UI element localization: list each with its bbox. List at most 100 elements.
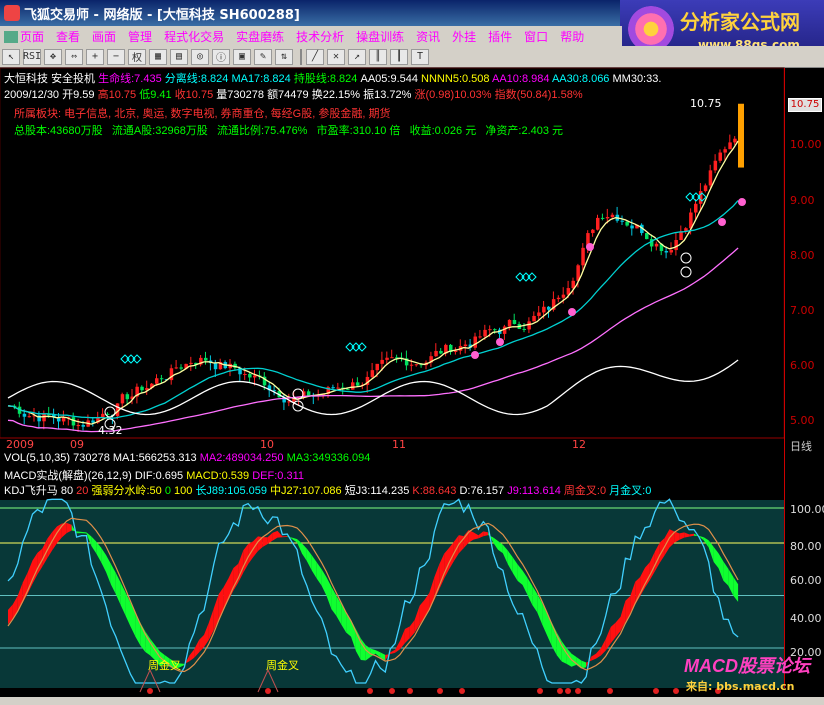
candle-body [61, 417, 66, 422]
diamond-marker [132, 354, 142, 364]
candle-body [76, 425, 81, 427]
kdj-axis-label: 100.00 [790, 503, 824, 516]
candle-body [101, 413, 105, 418]
candle-body [473, 336, 477, 348]
candle-body [561, 294, 566, 298]
candle-body [718, 152, 722, 161]
candle-body [556, 297, 561, 300]
candle-body [439, 350, 443, 354]
candle-body [370, 370, 375, 377]
ma-mid-line [7, 200, 739, 420]
date-label: 10 [260, 438, 274, 451]
candle-body [179, 367, 183, 369]
kdj-d: D:76.157 [459, 485, 505, 497]
kdj-signal-dot [437, 688, 443, 694]
macd-def: DEF:0.311 [252, 470, 305, 482]
kdj-signal-dot [537, 688, 543, 694]
axis-divider [784, 68, 785, 688]
vol-ma3: MA3:349336.094 [286, 452, 371, 464]
candle-body [106, 413, 110, 415]
bottom-tab-bar [0, 697, 824, 705]
macd-macd: MACD:0.539 [186, 470, 250, 482]
kdj-signal-dot [147, 688, 153, 694]
kdj-signal-dot [607, 688, 613, 694]
golden-cross-tag: 周金叉 [148, 659, 181, 672]
kdj-j9: J9:113.614 [507, 485, 561, 497]
diamond-marker [120, 354, 130, 364]
candle-body [488, 329, 492, 331]
candle-body [248, 373, 252, 378]
candle-body [331, 387, 335, 389]
candle-body [120, 394, 125, 404]
candle-body [42, 414, 46, 422]
candle-body [346, 389, 350, 391]
ring-marker [104, 406, 116, 418]
candle-body [434, 350, 438, 357]
low-price-label: 4.32 [98, 424, 123, 437]
candle-body [204, 357, 208, 361]
golden-cross-tag: 周金叉 [266, 659, 299, 672]
kdj-month: 月金叉:0 [609, 485, 652, 497]
diamond-marker [351, 342, 361, 352]
ma-short-line [7, 140, 739, 425]
price-axis-label: 8.00 [790, 249, 815, 262]
kdj-signal-dot [389, 688, 395, 694]
kdj-signal-dot [653, 688, 659, 694]
kdj-signal-dot [557, 688, 563, 694]
kdj-p2: 20 [76, 485, 89, 497]
vol-ma2: MA2:489034.250 [199, 452, 284, 464]
candle-body [733, 138, 737, 143]
kdj-line: KDJ飞升马 80 20 强弱分水岭:50 0 100 长J89:105.059… [4, 482, 651, 498]
kdj-week: 周金叉:0 [563, 485, 607, 497]
candle-body [81, 425, 85, 427]
candle-body [414, 364, 419, 366]
kdj-signal-dot [565, 688, 571, 694]
candle-body [605, 216, 610, 219]
candle-body [694, 203, 698, 213]
candle-body [728, 142, 732, 150]
macd-line: MACD实战(解盘)(26,12,9) DIF:0.695 MACD:0.539… [4, 467, 304, 483]
signal-dot [586, 243, 594, 251]
kdj-axis-label: 40.00 [790, 612, 822, 625]
kdj-mid: 中J27:107.086 [270, 485, 342, 497]
candle-body [483, 329, 487, 337]
kdj-signal-dot [575, 688, 581, 694]
candle-body [723, 149, 727, 153]
candle-body [155, 378, 159, 384]
candle-body [189, 362, 193, 364]
kdj-k: K:88.643 [412, 485, 457, 497]
candle-body [522, 328, 526, 330]
kdj-signal-dot [367, 688, 373, 694]
diamond-marker [515, 272, 525, 282]
vol-line: VOL(5,10,35) 730278 MA1:566253.313 MA2:4… [4, 452, 370, 464]
date-label: 2009 [6, 438, 34, 451]
candle-body [375, 363, 379, 371]
candle-body [380, 359, 384, 364]
candle-body [336, 387, 340, 389]
top-price-label: 10.75 [690, 97, 722, 110]
candle-body [140, 386, 144, 391]
kdj-name: KDJ飞升马 [4, 485, 58, 497]
period-label[interactable]: 日线 [790, 438, 812, 454]
diamond-marker [685, 192, 695, 202]
signal-dot [471, 351, 479, 359]
candle-body [664, 251, 669, 253]
candle-body [669, 250, 673, 253]
watermark-logo: MACD股票论坛 [684, 656, 810, 676]
price-axis-label: 7.00 [790, 304, 815, 317]
macd-name: MACD实战(解盘)(26,12,9) [4, 470, 132, 482]
candle-body [493, 329, 497, 331]
candle-body [708, 170, 713, 186]
candle-body [532, 315, 536, 322]
candle-body [703, 185, 708, 192]
watermark-url: 来自: bbs.macd.cn [686, 680, 795, 693]
diamond-marker [345, 342, 355, 352]
candle-body [596, 217, 600, 230]
candle-body [243, 373, 247, 375]
price-axis-label: 10.00 [790, 138, 822, 151]
candle-body [537, 312, 541, 316]
last-candle [738, 103, 744, 168]
signal-dot [496, 338, 504, 346]
candle-body [125, 394, 130, 400]
candle-body [674, 240, 678, 251]
